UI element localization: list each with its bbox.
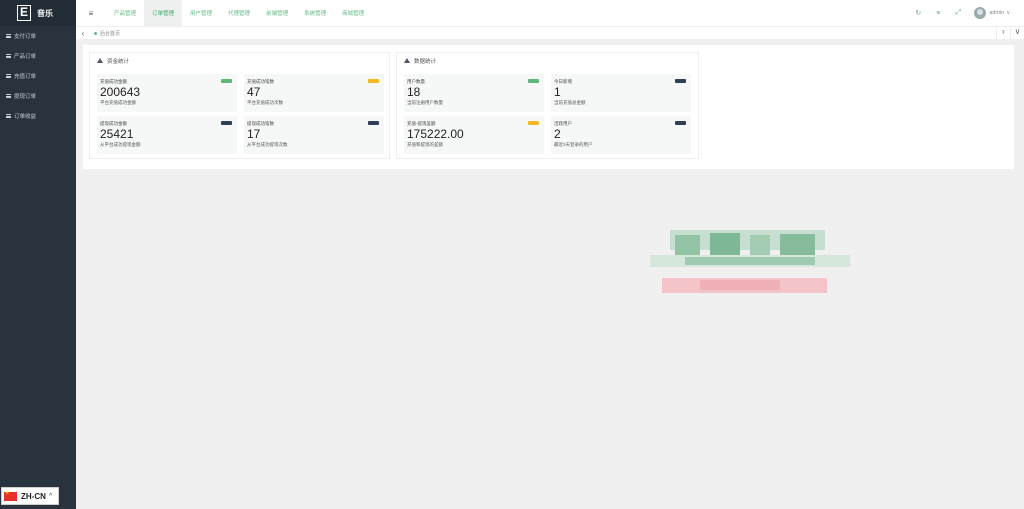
stat-card: 充值-提现差额 175222.00 充值和提现的差额	[404, 116, 544, 154]
stat-value: 2	[554, 127, 561, 141]
status-badge	[221, 79, 232, 83]
clear-cache-icon[interactable]: ≡	[928, 10, 948, 17]
tab-products[interactable]: 产品管理	[106, 0, 144, 26]
top-toolbar: ↻ ≡ ⤢ admin ∨	[908, 0, 1024, 26]
stat-description: 当前注册用户数量	[407, 100, 443, 105]
warning-icon	[97, 58, 103, 63]
status-badge	[528, 121, 539, 125]
logo-icon: E	[17, 5, 31, 21]
warning-icon	[404, 58, 410, 63]
sidebar-item-product-orders[interactable]: 产品订单	[0, 46, 76, 66]
stat-description: 充值和提现的差额	[407, 142, 443, 147]
active-dot-icon	[94, 31, 97, 35]
avatar[interactable]	[974, 7, 987, 19]
stat-description: 平台充值成功次数	[247, 100, 283, 105]
stat-value: 1	[554, 85, 561, 99]
sidebar: E 音乐 支付订单 产品订单 充值订单 提现订单 订单收益	[0, 0, 76, 509]
menu-list-icon	[6, 114, 11, 118]
panel-title: 数据统计	[414, 58, 437, 65]
sidebar-item-label: 支付订单	[14, 34, 37, 40]
sidebar-item-withdraw-orders[interactable]: 提现订单	[0, 86, 76, 106]
stat-description: 从平台成功提现金额	[100, 142, 141, 147]
stat-description: 最近3天登录的用户	[554, 142, 593, 147]
stat-value: 17	[247, 127, 261, 141]
page-tab-label: 后台首页	[100, 30, 121, 37]
status-badge	[368, 121, 379, 125]
sidebar-item-label: 订单收益	[14, 114, 37, 120]
stat-card: 充值成功笔数 47 平台充值成功次数	[244, 74, 384, 112]
stat-description: 从平台成功提现次数	[247, 142, 288, 147]
chevron-right-icon[interactable]: ›	[996, 27, 1010, 40]
menu-list-icon	[6, 74, 11, 78]
stat-value: 25421	[100, 127, 134, 141]
username[interactable]: admin	[989, 10, 1004, 16]
menu-list-icon	[6, 54, 11, 58]
funds-panel: 资金统计 充值成功金额 200643 平台充值成功金额 充值成功笔数 47 平台…	[89, 52, 390, 159]
stat-card: 提现成功笔数 17 从平台成功提现次数	[244, 116, 384, 154]
menu-toggle-icon[interactable]: ≡	[76, 0, 106, 26]
blurred-watermark	[640, 225, 860, 300]
stat-card: 活跃用户 2 最近3天登录的用户	[551, 116, 691, 154]
stat-value: 47	[247, 85, 261, 99]
stat-description: 平台充值成功金额	[100, 100, 136, 105]
tab-system[interactable]: 系统管理	[296, 0, 334, 26]
language-switcher[interactable]: ZH-CN ^	[1, 487, 59, 505]
status-badge	[368, 79, 379, 83]
china-flag-icon	[4, 490, 17, 501]
tab-mall[interactable]: 商城管理	[334, 0, 372, 26]
refresh-icon[interactable]: ↻	[908, 9, 928, 17]
stat-description: 当前充值总金额	[554, 100, 586, 105]
stat-card: 用户数量 18 当前注册用户数量	[404, 74, 544, 112]
chevron-down-icon[interactable]: ∨	[1010, 27, 1024, 40]
status-badge	[528, 79, 539, 83]
dashboard-card: 资金统计 充值成功金额 200643 平台充值成功金额 充值成功笔数 47 平台…	[83, 45, 1014, 169]
menu-list-icon	[6, 94, 11, 98]
panel-header: 资金统计	[90, 53, 389, 68]
panel-title: 资金统计	[107, 58, 130, 65]
chevron-up-icon: ^	[48, 493, 53, 499]
sidebar-item-label: 充值订单	[14, 74, 37, 80]
sidebar-item-payment-orders[interactable]: 支付订单	[0, 26, 76, 46]
data-panel: 数据统计 用户数量 18 当前注册用户数量 今日新增 1 当前充值总金额 充值-…	[396, 52, 699, 159]
sidebar-item-recharge-orders[interactable]: 充值订单	[0, 66, 76, 86]
panel-header: 数据统计	[397, 53, 698, 68]
sidebar-item-label: 产品订单	[14, 54, 37, 60]
stat-value: 18	[407, 85, 421, 99]
stat-value: 200643	[100, 85, 141, 99]
stat-value: 175222.00	[407, 127, 464, 141]
sidebar-item-label: 提现订单	[14, 94, 37, 100]
status-badge	[675, 79, 686, 83]
sidebar-item-order-earnings[interactable]: 订单收益	[0, 106, 76, 126]
app-name: 音乐	[37, 8, 53, 18]
tab-frontend[interactable]: 前端管理	[258, 0, 296, 26]
logo[interactable]: E 音乐	[0, 0, 76, 26]
page-tabs-bar: ‹ 后台首页 › ∨	[76, 26, 1024, 40]
menu-list-icon	[6, 34, 11, 38]
chevron-left-icon[interactable]: ‹	[76, 29, 90, 38]
language-label: ZH-CN	[21, 491, 46, 501]
tab-agents[interactable]: 代理管理	[220, 0, 258, 26]
tab-orders[interactable]: 订单管理	[144, 0, 183, 26]
status-badge	[675, 121, 686, 125]
top-navbar: ≡ 产品管理 订单管理 用户管理 代理管理 前端管理 系统管理 商城管理 ↻ ≡…	[76, 0, 1024, 26]
page-tab-home[interactable]: 后台首页	[90, 30, 120, 37]
tab-users[interactable]: 用户管理	[182, 0, 220, 26]
stat-card: 充值成功金额 200643 平台充值成功金额	[97, 74, 237, 112]
status-badge	[221, 121, 232, 125]
fullscreen-icon[interactable]: ⤢	[948, 9, 968, 17]
stat-card: 今日新增 1 当前充值总金额	[551, 74, 691, 112]
stat-card: 提现成功金额 25421 从平台成功提现金额	[97, 116, 237, 154]
chevron-down-icon[interactable]: ∨	[1006, 10, 1010, 16]
